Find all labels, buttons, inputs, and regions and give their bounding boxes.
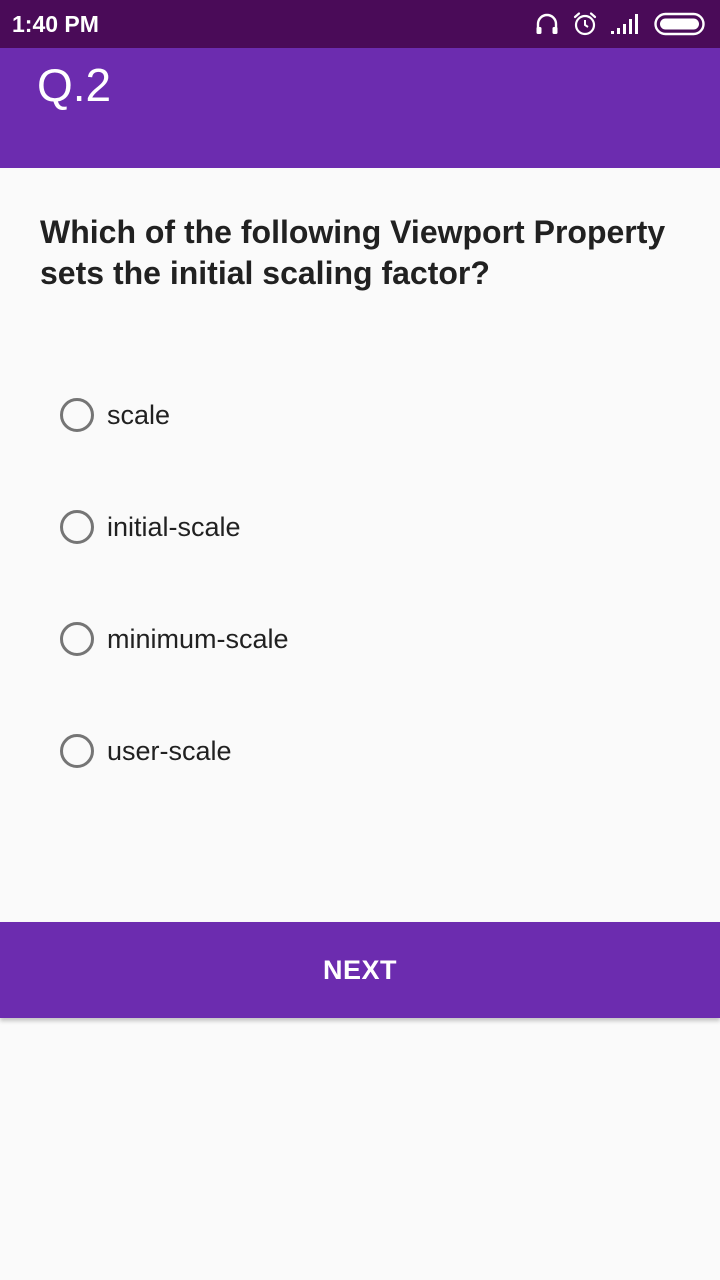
next-button[interactable]: NEXT <box>0 922 720 1018</box>
radio-button[interactable] <box>60 734 94 768</box>
answer-option[interactable]: scale <box>60 359 660 471</box>
status-icons <box>534 10 708 38</box>
alarm-icon <box>572 11 598 37</box>
radio-button[interactable] <box>60 622 94 656</box>
status-bar: 1:40 PM <box>0 0 720 48</box>
answer-option-label: user-scale <box>107 735 232 766</box>
radio-button[interactable] <box>60 510 94 544</box>
answer-option-label: scale <box>107 399 171 430</box>
answer-option[interactable]: minimum-scale <box>60 583 660 695</box>
signal-icon <box>610 13 642 35</box>
answer-option-label: minimum-scale <box>107 623 289 654</box>
status-time: 1:40 PM <box>12 11 99 37</box>
answer-option[interactable]: initial-scale <box>60 471 660 583</box>
answer-option[interactable]: user-scale <box>60 695 660 807</box>
answer-options: scale initial-scale minimum-scale user-s… <box>60 359 660 807</box>
question-number-title: Q.2 <box>37 59 112 111</box>
question-text: Which of the following Viewport Property… <box>40 214 666 291</box>
headset-icon <box>534 11 560 37</box>
answer-option-label: initial-scale <box>107 511 241 542</box>
battery-icon <box>654 12 708 36</box>
radio-button[interactable] <box>60 398 94 432</box>
app-bar: Q.2 <box>0 48 720 168</box>
